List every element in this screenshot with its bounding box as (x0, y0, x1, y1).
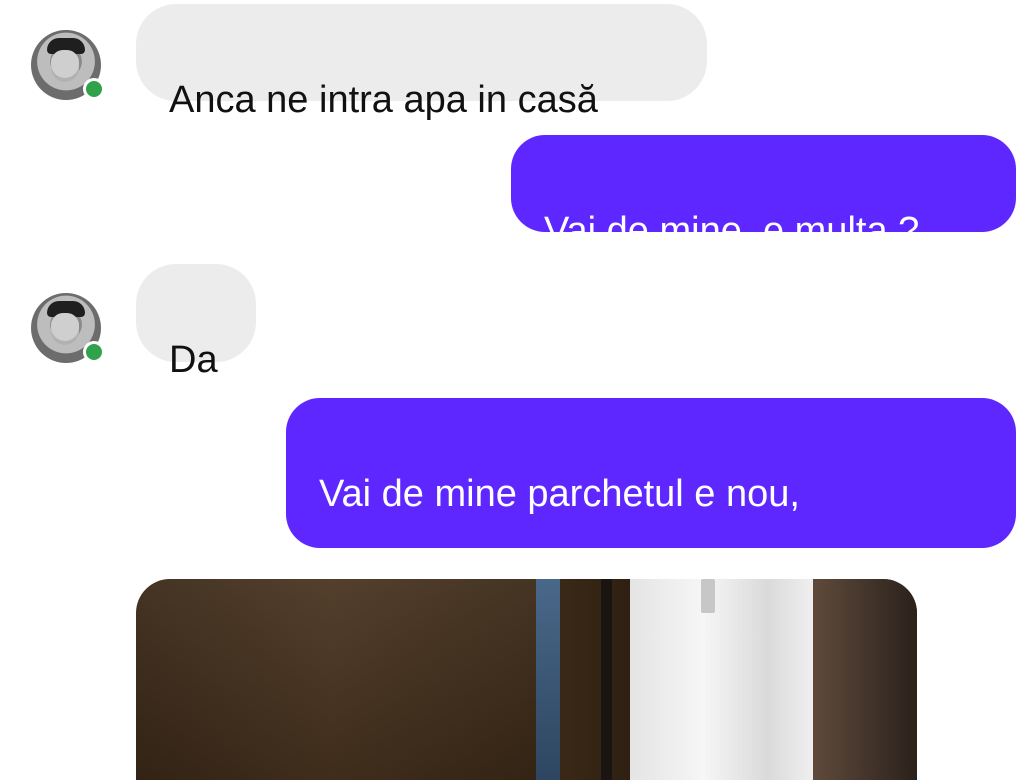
chat-thread: Anca ne intra apa in casă Vai de mine, e… (0, 0, 1025, 780)
message-text-line-1: Vai de mine parchetul e nou, (319, 473, 800, 515)
photo-background-gap (536, 579, 560, 780)
photo-frame-strip (601, 579, 612, 780)
shared-photo[interactable] (136, 579, 917, 780)
online-status-dot (83, 341, 105, 363)
message-text: Vai de mine, e multa ? (544, 210, 920, 252)
photo-window-area (630, 579, 813, 780)
photo-window-handle (701, 579, 715, 613)
online-status-dot (83, 78, 105, 100)
message-bubble-incoming[interactable]: Da (136, 264, 256, 381)
contact-avatar[interactable] (31, 293, 105, 363)
message-bubble-outgoing[interactable]: Vai de mine parchetul e nou, trimite-mi … (286, 398, 1016, 611)
photo-door-frame (813, 579, 917, 780)
photo-door-area (136, 579, 536, 780)
message-text: Anca ne intra apa in casă (169, 79, 598, 121)
message-text: Da (169, 339, 218, 381)
message-bubble-incoming[interactable]: Anca ne intra apa in casă (136, 4, 707, 121)
contact-avatar[interactable] (31, 30, 105, 100)
message-bubble-outgoing[interactable]: Vai de mine, e multa ? (511, 135, 1016, 252)
